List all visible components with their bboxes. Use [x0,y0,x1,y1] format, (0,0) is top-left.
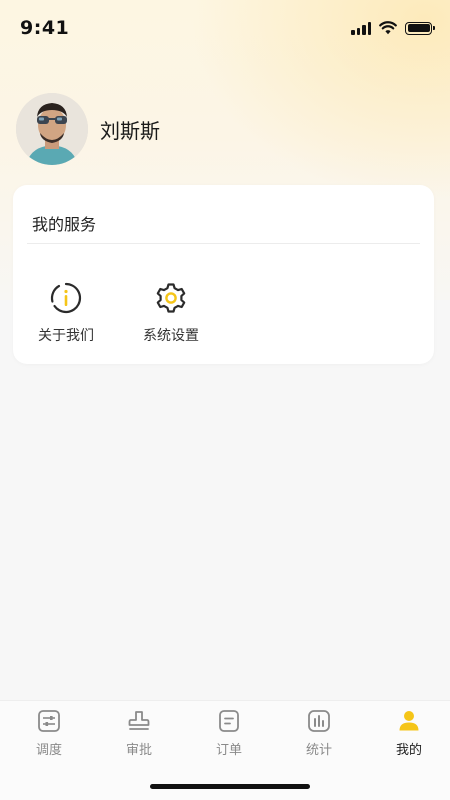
battery-icon [405,21,435,35]
status-icons [351,21,435,35]
tab-dispatch-label: 调度 [35,743,62,758]
statistics-icon [308,710,330,732]
user-name: 刘斯斯 [100,118,160,143]
tab-approval[interactable]: 审批 [94,709,184,758]
info-icon [50,282,82,314]
services-title: 我的服务 [32,215,97,234]
about-us-label: 关于我们 [38,328,94,344]
dispatch-icon [38,710,60,732]
tab-statistics[interactable]: 统计 [274,709,364,758]
tab-order-label: 订单 [215,743,242,758]
approval-stamp-icon [128,711,150,730]
tab-statistics-label: 统计 [305,743,332,758]
wifi-icon [379,21,397,35]
profile-section: 刘斯斯 [16,93,160,165]
gear-icon [156,283,186,313]
tab-mine-label: 我的 [395,743,422,758]
avatar[interactable] [16,93,88,165]
user-icon [399,711,419,731]
card-divider [27,243,420,244]
my-services-card: 我的服务 关于我们 系统设置 [13,185,434,364]
tab-dispatch[interactable]: 调度 [4,709,94,758]
tab-order[interactable]: 订单 [184,709,274,758]
tab-approval-label: 审批 [125,743,152,758]
home-indicator[interactable] [150,784,310,789]
cellular-signal-icon [351,21,371,35]
tab-mine[interactable]: 我的 [364,709,450,758]
order-icon [219,710,239,732]
status-time: 9:41 [20,17,70,39]
about-us-button[interactable]: 关于我们 [16,281,116,345]
status-bar: 9:41 [0,0,450,56]
system-settings-label: 系统设置 [143,328,199,344]
system-settings-button[interactable]: 系统设置 [121,281,221,345]
